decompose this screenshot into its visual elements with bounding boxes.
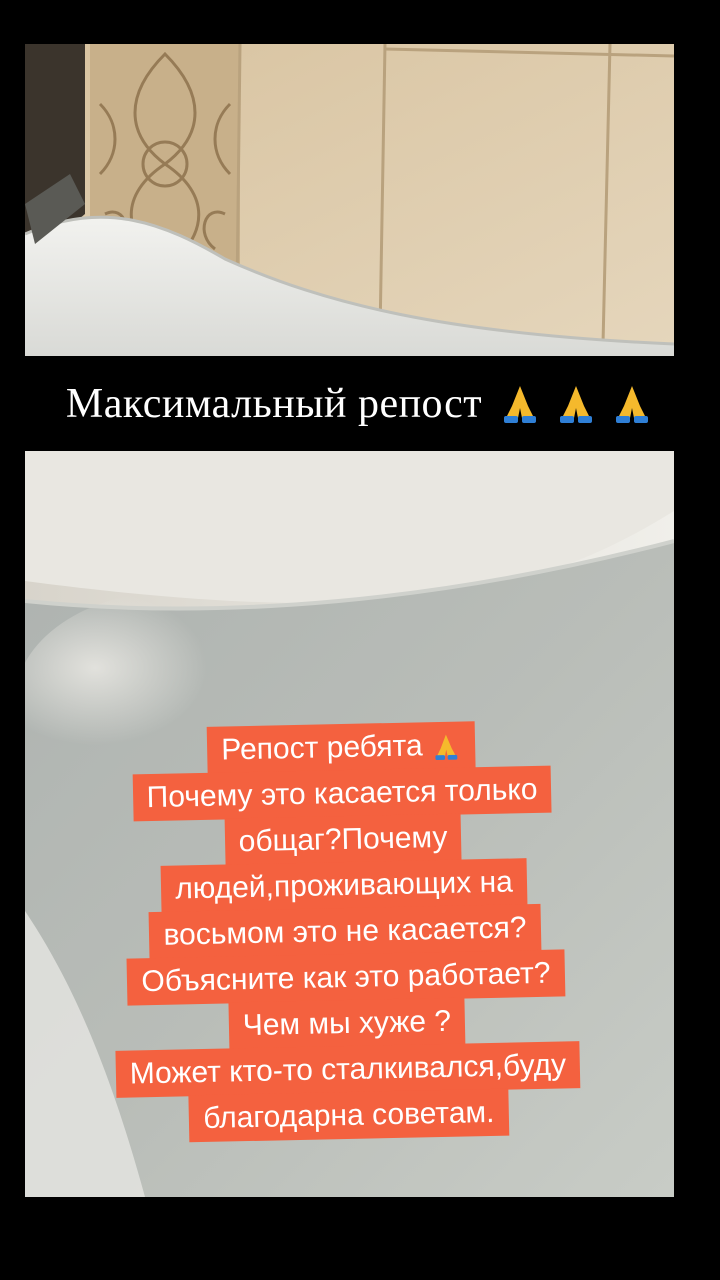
pray-icon bbox=[435, 734, 458, 761]
caption-text: Максимальный репост bbox=[65, 381, 483, 427]
story-photo-top bbox=[25, 44, 674, 356]
sticker-line: Может кто-то сталкивался,буду bbox=[115, 1041, 581, 1098]
text-sticker: Репост ребята Почему это касается только… bbox=[76, 719, 615, 1144]
pray-icon bbox=[504, 386, 537, 423]
sticker-line: Почему это касается только bbox=[132, 765, 552, 822]
pray-icon bbox=[560, 386, 593, 423]
caption-emoji-group bbox=[498, 382, 654, 426]
sticker-line: Чем мы хуже ? bbox=[228, 997, 466, 1050]
sticker-line: Объясните как это работает? bbox=[126, 949, 565, 1006]
story-caption: Максимальный репост bbox=[0, 372, 720, 436]
pray-icon bbox=[616, 386, 649, 423]
bathroom-tiles-illustration bbox=[25, 44, 674, 356]
sticker-line: благодарна советам. bbox=[188, 1088, 509, 1143]
sticker-line: общаг?Почему bbox=[224, 813, 462, 866]
sticker-line-text: Репост ребята bbox=[221, 729, 423, 767]
sticker-line: Репост ребята bbox=[206, 721, 476, 774]
